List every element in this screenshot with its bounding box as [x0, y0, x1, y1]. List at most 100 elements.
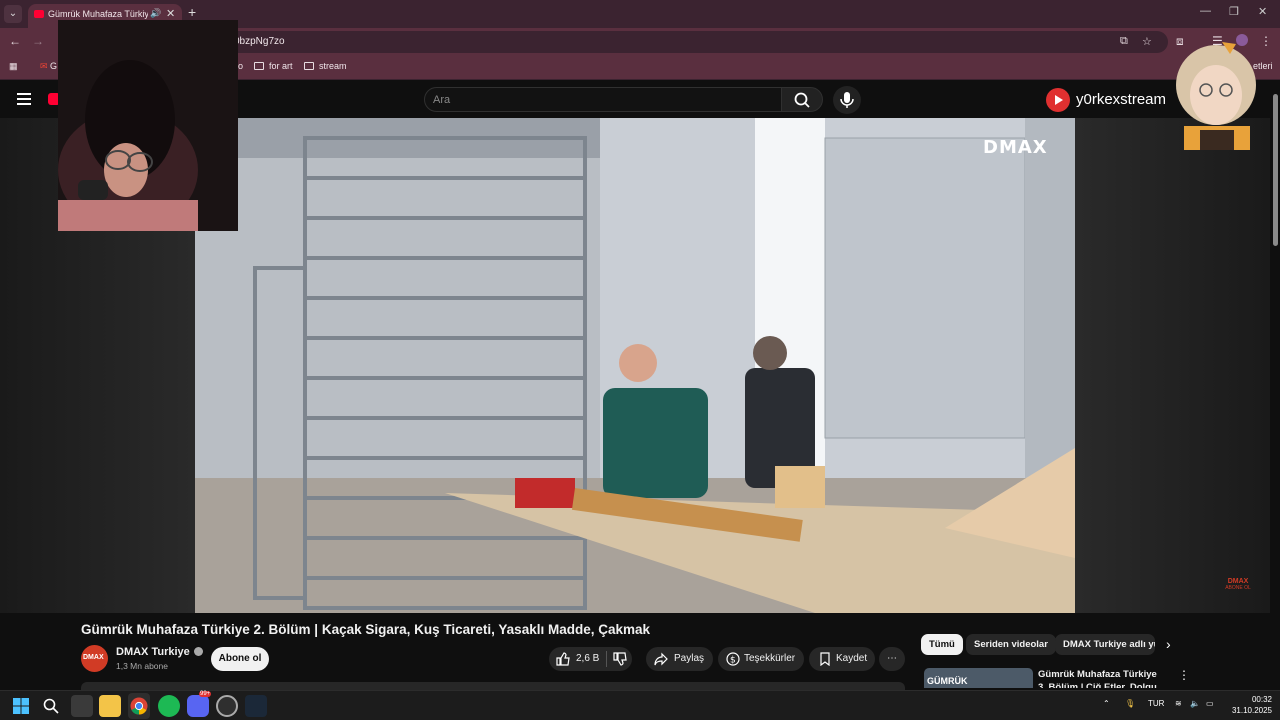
- video-frame: [195, 118, 1075, 613]
- folder-icon: [254, 62, 264, 70]
- back-arrow-icon[interactable]: ←: [9, 34, 21, 48]
- video-title: Gümrük Muhafaza Türkiye 2. Bölüm | Kaçak…: [81, 622, 651, 637]
- show-hidden-icons-icon[interactable]: ⌃: [1103, 699, 1110, 708]
- spotify-icon[interactable]: [158, 695, 180, 717]
- obs-icon[interactable]: [216, 695, 238, 717]
- subscribe-button[interactable]: Abone ol: [211, 647, 269, 671]
- address-text: 0bzpNg7zo: [234, 36, 285, 47]
- close-icon[interactable]: ✕: [166, 7, 175, 20]
- notification-badge: 99+: [199, 691, 212, 697]
- screen: ⌄ Gümrük Muhafaza Türkiye 🔊 ✕ + — ❐ ✕ ← …: [0, 0, 1280, 720]
- channel-name: DMAX Turkiye: [116, 646, 190, 658]
- battery-icon[interactable]: ▭: [1206, 699, 1214, 708]
- channel-name-link[interactable]: DMAX Turkiye: [116, 646, 203, 658]
- new-tab-button[interactable]: +: [188, 4, 196, 20]
- like-dislike-group: 2,6 B: [549, 647, 632, 671]
- thumbs-down-icon: [613, 652, 627, 666]
- like-button[interactable]: 2,6 B: [549, 647, 606, 671]
- system-clock[interactable]: 00:32 31.10.2025: [1222, 694, 1272, 716]
- badge-line2: ABONE OL: [1225, 585, 1251, 591]
- bookmark-star-icon[interactable]: ☆: [1142, 35, 1152, 48]
- thumbnail-text: GÜMRÜK: [927, 676, 968, 686]
- channel-avatar-text: DMAX: [83, 654, 104, 661]
- recommended-video-title[interactable]: Gümrük Muhafaza Türkiye 3. Bölüm | Çiğ E…: [1038, 668, 1164, 688]
- youtube-favicon-icon: [34, 10, 44, 18]
- minimize-button[interactable]: —: [1200, 5, 1211, 17]
- thanks-button[interactable]: $ Teşekkürler: [718, 647, 804, 671]
- share-icon: [654, 652, 668, 666]
- bookmark-stream[interactable]: stream: [304, 61, 347, 71]
- share-label: Paylaş: [674, 653, 705, 664]
- microphone-icon: [840, 92, 854, 108]
- search-icon[interactable]: [43, 698, 59, 714]
- dmax-watermark: DMAX: [983, 137, 1048, 158]
- page-scrollbar[interactable]: [1270, 80, 1280, 688]
- avatar-illustration: [1176, 42, 1256, 150]
- player-backdrop-right: [1075, 118, 1270, 613]
- task-view-icon[interactable]: [71, 695, 93, 717]
- more-vert-icon[interactable]: ⋮: [1178, 668, 1190, 682]
- dmax-subscribe-badge[interactable]: DMAX ABONE OL: [1222, 578, 1254, 596]
- voice-search-button[interactable]: [833, 86, 861, 114]
- bookmark-for-art[interactable]: for art: [254, 61, 293, 71]
- save-button[interactable]: Kaydet: [809, 647, 875, 671]
- windows-taskbar: 99+ ⌃ 🎙 TUR ≋ 🔈 ▭ 00:32 31.10.2025: [0, 690, 1280, 720]
- volume-icon[interactable]: 🔈: [1190, 699, 1200, 708]
- tab-search-button[interactable]: ⌄: [4, 5, 22, 23]
- clock-date: 31.10.2025: [1231, 706, 1272, 715]
- bookmark-icon: [820, 652, 830, 666]
- chip-channel-videos[interactable]: DMAX Turkiye adlı yü: [1055, 634, 1155, 655]
- stream-channel-overlay: y0rkexstream: [1046, 88, 1186, 112]
- discord-icon[interactable]: 99+: [187, 691, 212, 717]
- save-label: Kaydet: [836, 653, 868, 664]
- more-actions-button[interactable]: ⋯: [879, 647, 905, 671]
- subscriber-count: 1,3 Mn abone: [116, 661, 168, 671]
- share-button[interactable]: Paylaş: [646, 647, 713, 671]
- search-input[interactable]: [433, 92, 763, 108]
- search-box: [424, 87, 782, 112]
- bookmark-gmail[interactable]: ✉ G: [40, 61, 57, 72]
- badge-line1: DMAX: [1227, 578, 1249, 585]
- cast-icon[interactable]: ⧉: [1120, 35, 1128, 48]
- chrome-icon[interactable]: [130, 697, 148, 715]
- tab-title: Gümrük Muhafaza Türkiye: [48, 9, 148, 19]
- clock-time: 00:32: [1251, 695, 1272, 704]
- video-player[interactable]: DMAX: [195, 118, 1075, 613]
- thanks-icon: $: [726, 652, 740, 666]
- thumbs-up-icon: [556, 652, 570, 666]
- language-indicator[interactable]: TUR: [1148, 699, 1164, 708]
- thanks-label: Teşekkürler: [744, 653, 796, 664]
- wifi-icon[interactable]: ≋: [1175, 699, 1182, 708]
- gmail-icon: ✉: [40, 61, 51, 71]
- scrollbar-thumb[interactable]: [1273, 94, 1278, 246]
- windows-start-icon[interactable]: [13, 698, 29, 714]
- verified-icon: [193, 647, 203, 656]
- vtuber-avatar-overlay: [1170, 40, 1260, 150]
- youtube-logo-icon: [1046, 88, 1070, 112]
- search-button[interactable]: [781, 87, 823, 112]
- description-box[interactable]: [81, 682, 905, 690]
- dislike-button[interactable]: [607, 647, 632, 671]
- bookmark-label: stream: [319, 61, 347, 71]
- recommended-video-thumbnail[interactable]: GÜMRÜK: [924, 668, 1033, 688]
- steam-icon[interactable]: [245, 695, 267, 717]
- chip-all[interactable]: Tümü: [921, 634, 963, 655]
- chip-series-videos[interactable]: Seriden videolar: [966, 634, 1056, 655]
- stream-channel-name: y0rkexstream: [1076, 91, 1167, 108]
- forward-arrow-icon[interactable]: →: [32, 34, 44, 48]
- search-icon: [794, 92, 810, 108]
- channel-avatar[interactable]: DMAX: [81, 645, 108, 672]
- webcam-image: [58, 20, 238, 231]
- apps-grid-icon[interactable]: ▦: [9, 61, 18, 72]
- window-close-button[interactable]: ✕: [1258, 5, 1267, 18]
- bookmark-label: for art: [269, 61, 293, 71]
- svg-text:$: $: [730, 656, 736, 666]
- menu-icon[interactable]: [17, 93, 31, 105]
- chevron-right-icon[interactable]: ›: [1166, 636, 1171, 652]
- maximize-button[interactable]: ❐: [1229, 5, 1239, 18]
- speaker-icon[interactable]: 🔊: [150, 8, 161, 19]
- bookmark-item[interactable]: o: [238, 61, 243, 71]
- chrome-menu-icon[interactable]: ⋮: [1260, 34, 1272, 48]
- microphone-icon[interactable]: 🎙: [1125, 699, 1135, 708]
- file-explorer-icon[interactable]: [99, 695, 121, 717]
